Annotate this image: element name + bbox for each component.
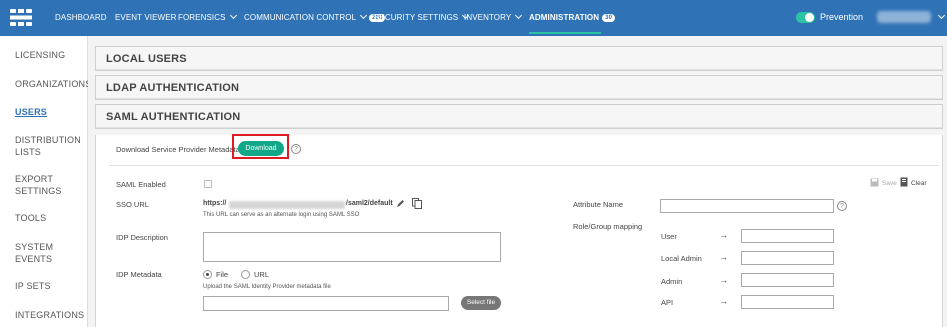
role-mapping-label: Role/Group mapping — [573, 222, 643, 231]
role-user-label: User — [661, 232, 677, 241]
notification-badge: 30 — [602, 14, 616, 22]
nav-forensics[interactable]: FORENSICS — [178, 11, 237, 22]
idp-metadata-label: IDP Metadata — [116, 270, 162, 279]
chevron-down-icon[interactable] — [937, 11, 946, 20]
clear-icon[interactable] — [900, 177, 909, 187]
sidebar-item-ip-sets[interactable]: IP SETS — [15, 280, 51, 292]
saml-panel: Download Service Provider Metadata Downl… — [95, 134, 943, 327]
role-api-label: API — [661, 298, 674, 307]
nav-label: DASHBOARD — [55, 13, 107, 22]
upload-hint: Upload the SAML Identity Provider metada… — [203, 284, 331, 290]
role-local-admin-input[interactable] — [741, 251, 834, 265]
select-file-button[interactable]: Select file — [461, 296, 501, 310]
nav-inventory[interactable]: INVENTORY — [464, 11, 523, 22]
main-content: LOCAL USERS LDAP AUTHENTICATION SAML AUT… — [88, 36, 947, 327]
edit-pencil-icon[interactable] — [396, 199, 405, 208]
radio-file[interactable] — [203, 270, 212, 279]
sidebar-item-label: SETTINGS — [15, 186, 62, 196]
sidebar-item-label: EXPORT — [15, 174, 54, 184]
sidebar-item-licensing[interactable]: LICENSING — [15, 49, 65, 61]
user-menu[interactable] — [877, 11, 931, 23]
sso-url-prefix: https:// — [203, 200, 227, 207]
sidebar-item-organizations[interactable]: ORGANIZATIONS — [15, 78, 91, 90]
nav-label: COMMUNICATION CONTROL — [244, 13, 357, 22]
nav-event-viewer[interactable]: EVENT VIEWER — [115, 13, 177, 22]
nav-communication-control[interactable]: COMMUNICATION CONTROL 288 — [244, 11, 386, 23]
arrow-right-icon: → — [719, 230, 728, 240]
saml-enabled-label: SAML Enabled — [116, 180, 166, 189]
sidebar-item-label: LISTS — [15, 147, 42, 157]
mode-label: Prevention — [820, 12, 864, 22]
arrow-right-icon: → — [719, 296, 728, 306]
chevron-down-icon — [229, 11, 237, 20]
sso-hint: This URL can serve as an alternate login… — [203, 212, 360, 218]
nav-label: EVENT VIEWER — [115, 13, 177, 22]
arrow-right-icon: → — [719, 275, 728, 285]
saml-enabled-checkbox[interactable] — [204, 180, 212, 188]
help-icon[interactable]: ? — [291, 144, 301, 154]
role-admin-input[interactable] — [741, 273, 834, 287]
download-metadata-label: Download Service Provider Metadata — [116, 145, 240, 154]
chevron-down-icon — [360, 11, 368, 20]
arrow-right-icon: → — [719, 252, 728, 262]
idp-description-input[interactable] — [203, 232, 501, 262]
nav-dashboard[interactable]: DASHBOARD — [55, 13, 107, 22]
sidebar-item-system-events[interactable]: SYSTEM EVENTS — [15, 241, 53, 265]
section-title: SAML AUTHENTICATION — [106, 111, 241, 123]
section-ldap-authentication[interactable]: LDAP AUTHENTICATION — [95, 75, 943, 100]
nav-security-settings[interactable]: SECURITY SETTINGS — [374, 11, 470, 22]
sidebar-item-label: EVENTS — [15, 254, 53, 264]
save-button[interactable]: Save — [882, 180, 897, 187]
help-icon[interactable]: ? — [837, 201, 847, 211]
download-button[interactable]: Download — [238, 141, 284, 156]
section-title: LOCAL USERS — [106, 53, 187, 65]
divider — [109, 165, 939, 166]
attribute-name-input[interactable] — [660, 199, 834, 213]
section-local-users[interactable]: LOCAL USERS — [95, 46, 943, 71]
nav-label: FORENSICS — [178, 13, 226, 22]
radio-url[interactable] — [241, 270, 250, 279]
top-navigation-bar: DASHBOARD EVENT VIEWER FORENSICS COMMUNI… — [0, 0, 947, 36]
copy-icon[interactable] — [412, 198, 422, 209]
sso-url-label: SSO URL — [116, 200, 149, 209]
section-saml-authentication[interactable]: SAML AUTHENTICATION — [95, 104, 943, 129]
role-local-admin-label: Local Admin — [661, 254, 702, 263]
role-api-input[interactable] — [741, 295, 834, 309]
nav-label: INVENTORY — [464, 13, 512, 22]
sidebar-item-export-settings[interactable]: EXPORT SETTINGS — [15, 173, 62, 197]
sidebar-item-tools[interactable]: TOOLS — [15, 212, 46, 224]
file-path-input[interactable] — [203, 296, 449, 311]
sidebar-item-integrations[interactable]: INTEGRATIONS — [15, 309, 84, 321]
prevention-toggle[interactable] — [796, 12, 815, 23]
sidebar-item-label: SYSTEM — [15, 242, 54, 252]
radio-url-label: URL — [254, 270, 270, 279]
role-admin-label: Admin — [661, 277, 683, 286]
sso-url-redacted — [229, 201, 345, 209]
role-user-input[interactable] — [741, 229, 834, 243]
nav-label: ADMINISTRATION — [529, 13, 600, 22]
attribute-name-label: Attribute Name — [573, 200, 624, 209]
idp-description-label: IDP Description — [116, 233, 168, 242]
sidebar-item-label: DISTRIBUTION — [15, 135, 81, 145]
save-icon[interactable] — [870, 178, 879, 187]
sidebar: LICENSING ORGANIZATIONS USERS DISTRIBUTI… — [0, 36, 91, 327]
sidebar-item-distribution-lists[interactable]: DISTRIBUTION LISTS — [15, 134, 81, 158]
section-title: LDAP AUTHENTICATION — [106, 82, 240, 94]
nav-administration[interactable]: ADMINISTRATION 30 — [529, 13, 616, 34]
nav-label: SECURITY SETTINGS — [374, 13, 459, 22]
fortinet-logo-icon[interactable] — [10, 9, 32, 26]
clear-button[interactable]: Clear — [911, 180, 927, 187]
radio-file-label: File — [216, 270, 229, 279]
sidebar-item-users[interactable]: USERS — [15, 106, 47, 118]
chevron-down-icon — [515, 11, 523, 20]
sso-url-suffix: /saml2/default — [346, 200, 393, 207]
